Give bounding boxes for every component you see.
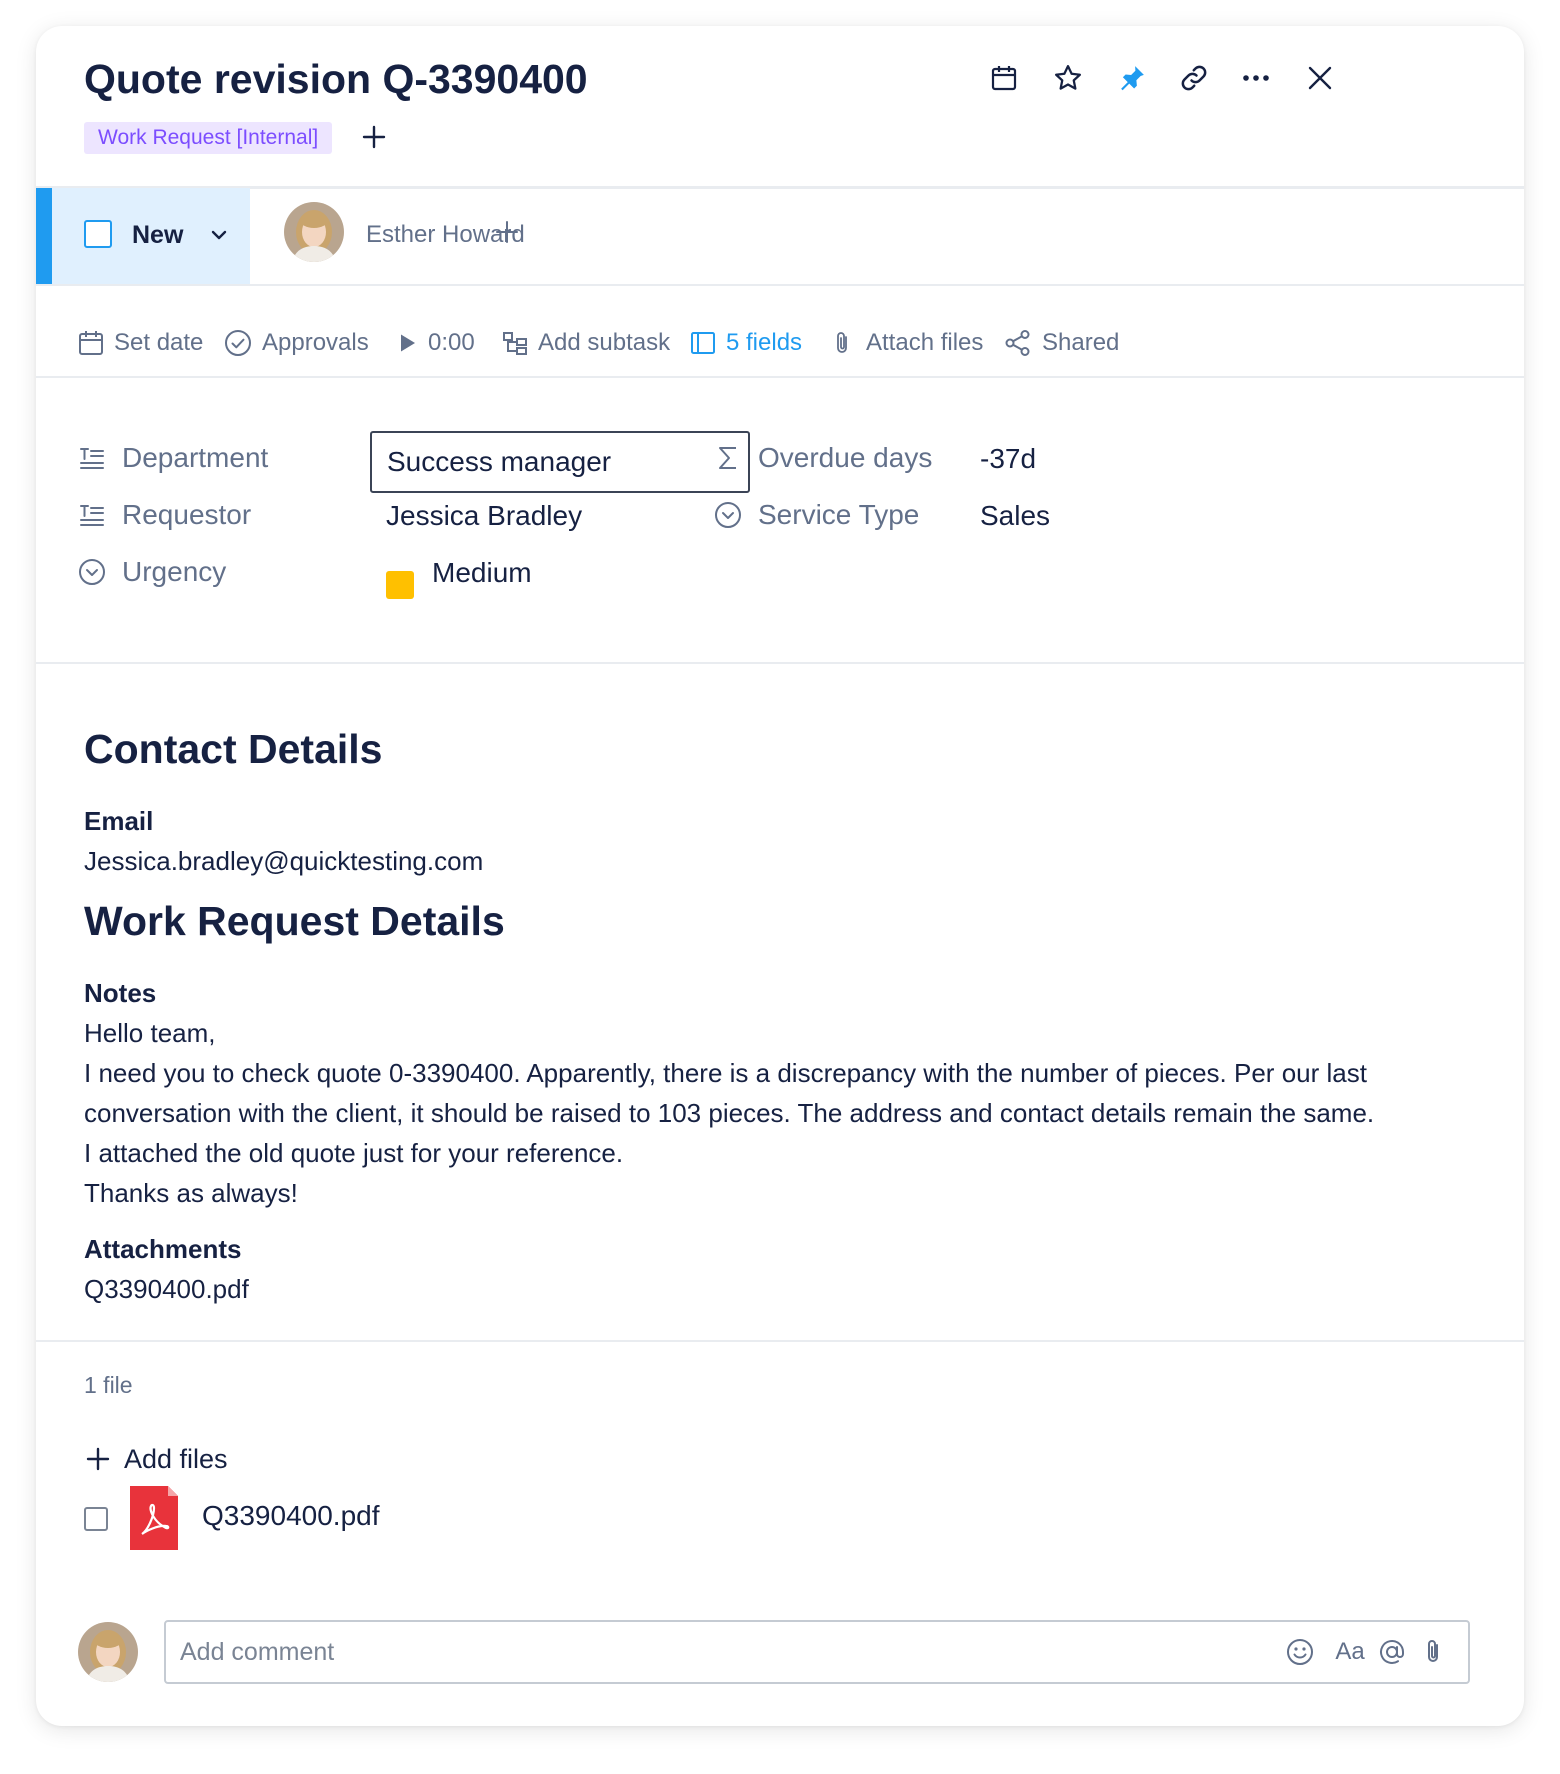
- comment-placeholder: Add comment: [180, 1638, 335, 1666]
- files-count: 1 file: [84, 1372, 133, 1398]
- calendar-icon: [991, 66, 1017, 91]
- email-value[interactable]: Jessica.bradley@quicktesting.com: [84, 846, 483, 877]
- plus-icon: [86, 1447, 110, 1471]
- notes-line: Hello team,: [84, 1018, 216, 1048]
- plus-icon: [496, 221, 518, 243]
- star-icon: [1055, 65, 1081, 90]
- page-title: Quote revision Q-3390400: [84, 56, 588, 102]
- check-circle-icon: [225, 330, 251, 356]
- add-files-button[interactable]: Add files: [84, 1440, 228, 1478]
- divider: [36, 1340, 1524, 1342]
- pin-icon: [1121, 66, 1144, 91]
- mention-icon[interactable]: [1376, 1636, 1408, 1668]
- calendar-button[interactable]: [986, 60, 1022, 96]
- approvals-label: Approvals: [262, 329, 369, 356]
- close-button[interactable]: [1302, 60, 1338, 96]
- more-button[interactable]: [1238, 60, 1274, 96]
- copy-link-button[interactable]: [1176, 60, 1212, 96]
- add-subtask-label: Add subtask: [538, 329, 671, 356]
- notes-line: conversation with the client, it should …: [84, 1098, 1375, 1128]
- pdf-icon[interactable]: [130, 1486, 178, 1550]
- urgency-label: Urgency: [122, 556, 227, 587]
- pin-button[interactable]: [1114, 60, 1150, 96]
- notes-line: I attached the old quote just for your r…: [84, 1138, 624, 1168]
- divider: [36, 662, 1524, 664]
- requestor-value[interactable]: Jessica Bradley: [386, 500, 582, 532]
- notes-line: I need you to check quote 0-3390400. App…: [84, 1058, 1367, 1088]
- notes-label: Notes: [84, 978, 157, 1008]
- contact-details-heading: Contact Details: [84, 726, 383, 772]
- link-icon: [1181, 65, 1207, 91]
- text-field-icon: [80, 505, 104, 526]
- divider: [36, 186, 1524, 189]
- comment-input[interactable]: Add comment Aa: [164, 1620, 1470, 1684]
- emoji-icon[interactable]: [1284, 1636, 1316, 1668]
- more-icon: [1243, 75, 1269, 81]
- close-icon: [1308, 66, 1332, 90]
- timer-value: 0:00: [428, 329, 475, 356]
- overdue-days-label: Overdue days: [758, 442, 933, 473]
- urgency-color-swatch: [386, 571, 414, 599]
- department-field[interactable]: Success manager: [370, 431, 750, 493]
- work-request-heading: Work Request Details: [84, 898, 505, 944]
- favorite-button[interactable]: [1050, 60, 1086, 96]
- add-tag-button[interactable]: [358, 121, 390, 153]
- status-label: New: [132, 221, 184, 249]
- add-subtask-button[interactable]: Add subtask: [502, 326, 670, 360]
- attachments-value: Q3390400.pdf: [84, 1274, 249, 1304]
- attachments-label: Attachments: [84, 1234, 242, 1264]
- dropdown-field-icon: [79, 559, 105, 585]
- field-label-urgency: Urgency: [78, 556, 226, 588]
- format-icon[interactable]: Aa: [1330, 1636, 1370, 1668]
- overdue-days-value: -37d: [980, 443, 1037, 474]
- dropdown-field-icon: [715, 502, 741, 528]
- timer-button[interactable]: 0:00: [396, 326, 475, 360]
- task-panel: Quote revision Q-3390400 Work Request [I…: [36, 26, 1524, 1726]
- assignee-avatar[interactable]: [284, 202, 344, 262]
- file-name[interactable]: Q3390400.pdf: [202, 1500, 380, 1532]
- panel-icon: [691, 332, 715, 354]
- fields-label: 5 fields: [726, 329, 803, 356]
- add-files-label: Add files: [124, 1443, 228, 1474]
- field-label-overdue-days: Overdue days: [714, 442, 932, 474]
- status-accent: [36, 188, 52, 284]
- current-user-avatar: [78, 1622, 138, 1682]
- plus-icon: [362, 125, 386, 149]
- set-date-button[interactable]: Set date: [78, 326, 203, 360]
- divider: [36, 376, 1524, 378]
- service-type-label: Service Type: [758, 499, 920, 530]
- chevron-down-icon[interactable]: [208, 224, 230, 251]
- field-label-requestor: Requestor: [78, 499, 251, 531]
- set-date-label: Set date: [114, 329, 204, 356]
- attach-icon[interactable]: [1418, 1636, 1450, 1668]
- subtask-icon: [503, 332, 527, 355]
- status-checkbox[interactable]: [84, 220, 112, 248]
- file-checkbox[interactable]: [84, 1507, 108, 1531]
- play-icon: [401, 334, 415, 352]
- share-button[interactable]: Shared: [1004, 326, 1119, 360]
- field-label-service-type: Service Type: [714, 499, 919, 531]
- attach-files-label: Attach files: [866, 329, 984, 356]
- divider: [36, 284, 1524, 286]
- service-type-value[interactable]: Sales: [980, 500, 1050, 532]
- requestor-label: Requestor: [122, 499, 252, 530]
- calendar-icon: [79, 331, 103, 355]
- sigma-icon: [719, 447, 736, 469]
- field-label-department: Department: [78, 442, 268, 474]
- email-label: Email: [84, 806, 154, 836]
- paperclip-icon: [837, 332, 847, 353]
- urgency-value[interactable]: Medium: [432, 557, 532, 589]
- attach-files-button[interactable]: Attach files: [830, 326, 983, 360]
- department-label: Department: [122, 442, 269, 473]
- notes-line: Thanks as always!: [84, 1178, 298, 1208]
- add-assignee-button[interactable]: [492, 217, 522, 252]
- shared-label: Shared: [1042, 329, 1120, 356]
- approvals-button[interactable]: Approvals: [224, 326, 369, 360]
- fields-button[interactable]: 5 fields: [690, 326, 802, 360]
- text-field-icon: [80, 448, 104, 469]
- workflow-tag[interactable]: Work Request [Internal]: [84, 122, 333, 154]
- share-icon: [1005, 330, 1030, 356]
